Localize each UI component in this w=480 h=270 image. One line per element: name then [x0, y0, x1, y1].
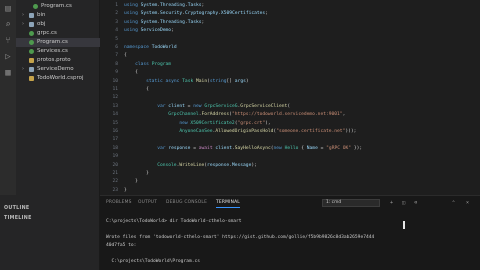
csharp-file-icon: [29, 31, 34, 36]
section-outline[interactable]: OUTLINE: [4, 205, 29, 213]
tree-item-label: ServiceDemo: [37, 66, 74, 72]
tree-item[interactable]: Program.cs: [16, 2, 100, 11]
code-line[interactable]: AnyoneCanSee.AllowedOriginPassHold("some…: [124, 127, 356, 136]
tree-item-label: Services.cs: [37, 48, 68, 54]
line-number: 23: [112, 187, 118, 193]
tree-item[interactable]: protos.proto: [16, 56, 100, 65]
tab-terminal[interactable]: TERMINAL: [216, 199, 240, 208]
code-editor[interactable]: 1 using System.Threading.Tasks; 2 using Sys…: [100, 0, 480, 195]
tree-item-label: obj: [37, 21, 46, 27]
explorer-icon[interactable]: ▤: [3, 4, 13, 14]
tree-item-label: TodoWorld.csproj: [37, 75, 84, 81]
tree-item[interactable]: Services.cs: [16, 47, 100, 56]
csharp-file-icon: [33, 4, 38, 9]
terminal-line: 40d7fa5 to:: [106, 243, 137, 248]
code-line[interactable]: using ServiceDemo;: [124, 26, 174, 35]
tree-item-label: protos.proto: [37, 57, 71, 63]
code-line[interactable]: var response = await client.SayHelloAsyn…: [124, 144, 362, 153]
tree-item[interactable]: grpc.cs: [16, 29, 100, 38]
chevron-up-icon[interactable]: ⌃: [452, 199, 455, 207]
search-icon[interactable]: ⌕: [3, 20, 13, 30]
split-terminal-icon[interactable]: ◫: [402, 199, 405, 207]
extensions-icon[interactable]: ▦: [3, 68, 13, 78]
folder-icon: [29, 22, 34, 27]
terminal-line: C:\projects\TodoWorld\Program.cs: [106, 259, 201, 264]
tree-item-label: grpc.cs: [37, 30, 57, 36]
tree-item-label: Program.cs: [41, 3, 72, 9]
tab-output[interactable]: OUTPUT: [138, 199, 157, 207]
folder-icon: [29, 67, 34, 72]
bottom-panel: PROBLEMS OUTPUT DEBUG CONSOLE TERMINAL 1…: [100, 195, 480, 270]
tree-item[interactable]: › obj: [16, 20, 100, 29]
tree-item-label: bin: [37, 12, 46, 18]
file-icon: [29, 76, 34, 81]
tab-problems[interactable]: PROBLEMS: [106, 199, 132, 207]
section-timeline[interactable]: TIMELINE: [4, 215, 32, 223]
sidebar-bottom: OUTLINE TIMELINE: [0, 195, 100, 270]
text-cursor-icon: [403, 221, 405, 229]
tree-item-label: Program.cs: [37, 39, 68, 45]
tree-item[interactable]: › bin: [16, 11, 100, 20]
tab-debug-console[interactable]: DEBUG CONSOLE: [166, 199, 207, 207]
code-line[interactable]: {: [124, 85, 149, 94]
csharp-file-icon: [29, 49, 34, 54]
terminal-line: Wrote files from 'todoworld-cthelo-smart…: [106, 235, 375, 240]
chevron-right-icon[interactable]: ›: [22, 20, 24, 29]
code-line[interactable]: namespace TodoWorld: [124, 43, 177, 52]
csharp-file-icon: [29, 40, 34, 45]
terminal-line: C:\projects\TodoWorld> dir TodoWorld-cth…: [106, 219, 242, 224]
close-icon[interactable]: ×: [466, 199, 469, 207]
explorer-sidebar: Program.cs › bin › obj grpc.cs Program.cs Servi…: [16, 0, 100, 195]
terminal-selector[interactable]: 1: cmd: [322, 199, 380, 207]
tree-item[interactable]: › ServiceDemo: [16, 65, 100, 74]
panel-tabs: PROBLEMS OUTPUT DEBUG CONSOLE TERMINAL 1…: [100, 196, 480, 210]
code-line[interactable]: }: [124, 186, 127, 195]
add-terminal-icon[interactable]: +: [390, 199, 393, 207]
tree-item[interactable]: TodoWorld.csproj: [16, 74, 100, 83]
source-control-icon[interactable]: ⑂: [3, 36, 13, 46]
chevron-right-icon[interactable]: ›: [22, 65, 24, 74]
trash-icon[interactable]: ⌫: [414, 199, 417, 207]
file-icon: [29, 58, 34, 63]
chevron-right-icon[interactable]: ›: [22, 11, 24, 20]
debug-icon[interactable]: ▷: [3, 52, 13, 62]
tree-item[interactable]: Program.cs: [16, 38, 100, 47]
folder-icon: [29, 13, 34, 18]
